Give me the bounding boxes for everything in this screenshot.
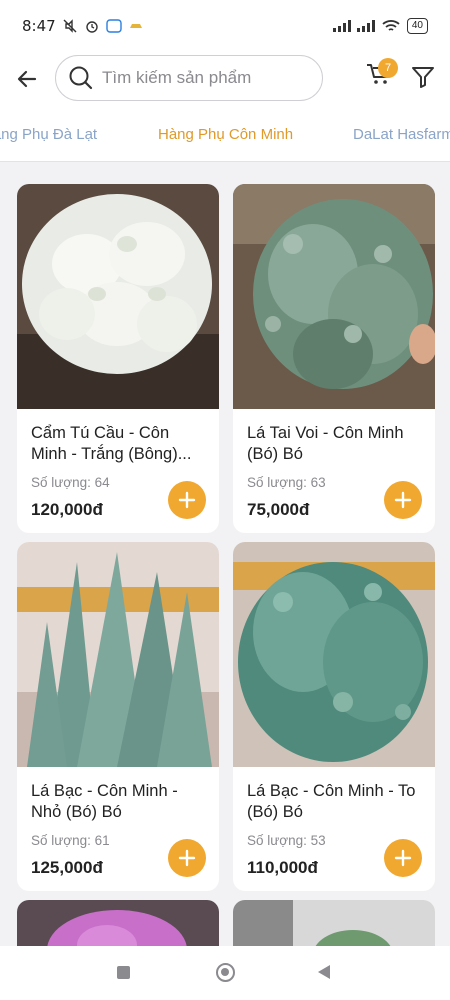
product-name: Cẩm Tú Cầu - Côn Minh - Trắng (Bông)... bbox=[31, 424, 192, 463]
product-info: Lá Bạc - Côn Minh - Nhỏ (Bó) Bó Số lượng… bbox=[17, 767, 219, 891]
recent-apps-button[interactable] bbox=[117, 966, 130, 979]
filter-icon bbox=[412, 67, 434, 88]
system-nav-bar bbox=[0, 946, 450, 1000]
tab-hang-phu-da-lat[interactable]: Hàng Phụ Đà Lạt bbox=[0, 126, 97, 143]
product-card[interactable]: Lá Bạc - Côn Minh - To (Bó) Bó Số lượng:… bbox=[233, 542, 435, 891]
product-card[interactable]: Lá Bạc - Côn Minh - Nhỏ (Bó) Bó Số lượng… bbox=[17, 542, 219, 891]
tab-dalat-hasfarm[interactable]: DaLat Hasfarm bbox=[353, 126, 450, 143]
search-placeholder: Tìm kiếm sản phẩm bbox=[102, 68, 252, 87]
product-name: Lá Bạc - Côn Minh - To (Bó) Bó bbox=[247, 782, 416, 821]
search-input[interactable]: Tìm kiếm sản phẩm bbox=[55, 55, 323, 101]
product-name: Lá Bạc - Côn Minh - Nhỏ (Bó) Bó bbox=[31, 782, 178, 821]
add-to-cart-button[interactable] bbox=[384, 839, 422, 877]
category-tabs: Hàng Phụ Đà Lạt Hàng Phụ Côn Minh DaLat … bbox=[0, 108, 450, 162]
product-card-partial[interactable] bbox=[17, 900, 219, 946]
product-image-green-leaves bbox=[233, 900, 435, 946]
header: Tìm kiếm sản phẩm 7 bbox=[0, 52, 450, 108]
filter-button[interactable] bbox=[410, 64, 438, 92]
arrow-left-icon bbox=[17, 70, 37, 88]
plus-icon bbox=[394, 491, 412, 509]
alarm-icon bbox=[85, 21, 98, 33]
product-card-partial[interactable] bbox=[233, 900, 435, 946]
search-icon bbox=[69, 66, 93, 90]
product-grid: Cẩm Tú Cầu - Côn Minh - Trắng (Bông)... … bbox=[0, 162, 450, 946]
cart-badge: 7 bbox=[378, 58, 398, 78]
plus-icon bbox=[178, 491, 196, 509]
product-name: Lá Tai Voi - Côn Minh (Bó) Bó bbox=[247, 424, 404, 463]
plus-icon bbox=[178, 849, 196, 867]
back-button[interactable] bbox=[12, 64, 42, 94]
product-image-silver-leaf-small[interactable] bbox=[17, 542, 219, 767]
status-time: 8:47 bbox=[22, 17, 56, 35]
add-to-cart-button[interactable] bbox=[384, 481, 422, 519]
product-image-purple-flowers bbox=[17, 900, 219, 946]
product-image-white-hydrangea[interactable] bbox=[17, 184, 219, 409]
mute-icon bbox=[63, 19, 77, 33]
signal-icon bbox=[332, 20, 351, 32]
product-image-eucalyptus-leaves[interactable] bbox=[233, 184, 435, 409]
wifi-icon bbox=[382, 20, 400, 31]
product-info: Lá Bạc - Côn Minh - To (Bó) Bó Số lượng:… bbox=[233, 767, 435, 891]
battery-indicator: 40 bbox=[406, 18, 428, 34]
status-notification-icons bbox=[62, 18, 144, 34]
status-bar: 8:47 40 bbox=[0, 0, 450, 52]
add-to-cart-button[interactable] bbox=[168, 481, 206, 519]
status-right-icons: 40 bbox=[332, 18, 428, 34]
product-card[interactable]: Cẩm Tú Cầu - Côn Minh - Trắng (Bông)... … bbox=[17, 184, 219, 533]
add-to-cart-button[interactable] bbox=[168, 839, 206, 877]
zalo-icon bbox=[105, 19, 122, 33]
product-image-silver-leaf-large[interactable] bbox=[233, 542, 435, 767]
product-info: Lá Tai Voi - Côn Minh (Bó) Bó Số lượng: … bbox=[233, 409, 435, 533]
app-notification-icon bbox=[129, 24, 142, 28]
tab-hang-phu-con-minh[interactable]: Hàng Phụ Côn Minh bbox=[158, 126, 293, 143]
product-card[interactable]: Lá Tai Voi - Côn Minh (Bó) Bó Số lượng: … bbox=[233, 184, 435, 533]
signal-2-icon bbox=[356, 20, 375, 32]
product-info: Cẩm Tú Cầu - Côn Minh - Trắng (Bông)... … bbox=[17, 409, 219, 533]
plus-icon bbox=[394, 849, 412, 867]
system-back-button[interactable] bbox=[318, 965, 330, 979]
home-button[interactable] bbox=[216, 963, 235, 982]
